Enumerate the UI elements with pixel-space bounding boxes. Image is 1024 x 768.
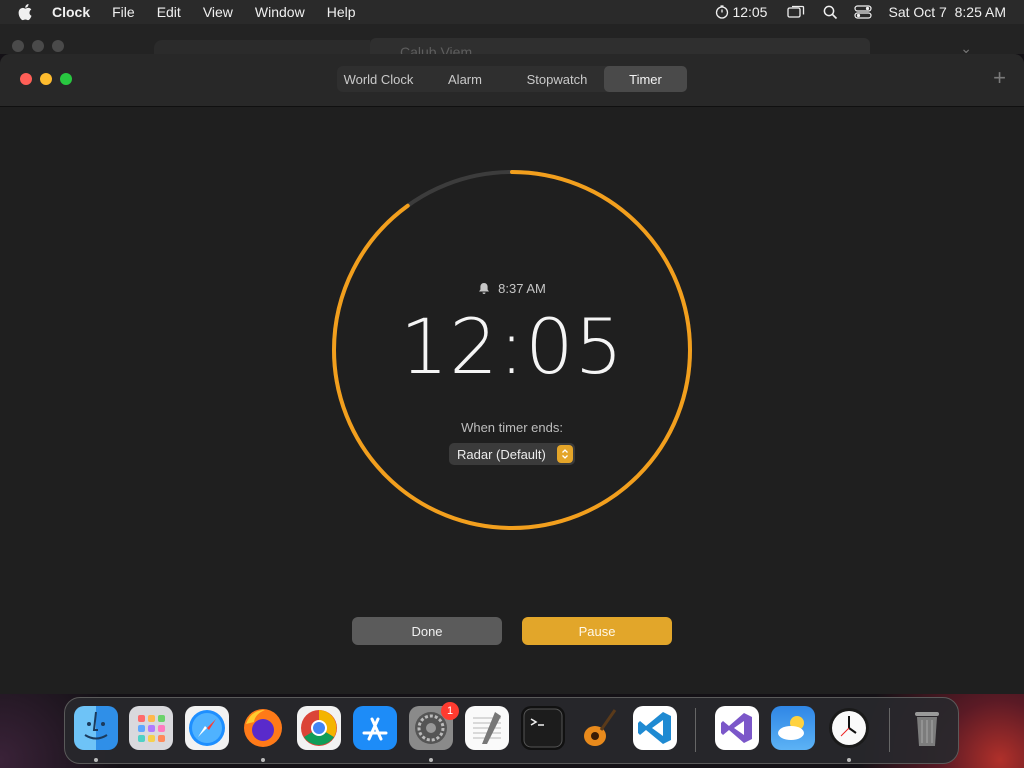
menu-view[interactable]: View <box>203 4 233 20</box>
background-window: Calub Viem ⌄ <box>0 24 1024 64</box>
launchpad-icon[interactable] <box>129 706 173 750</box>
screen-mirroring-icon[interactable] <box>787 5 805 19</box>
menubar-timer[interactable]: 12:05 <box>715 4 767 20</box>
menubar-datetime[interactable]: Sat Oct 7 8:25 AM <box>888 4 1006 20</box>
zoom-button[interactable] <box>60 73 72 85</box>
terminal-icon[interactable] <box>521 706 565 750</box>
finder-icon[interactable] <box>74 706 118 750</box>
control-center-icon[interactable] <box>854 5 873 19</box>
tab-alarm[interactable]: Alarm <box>420 66 510 92</box>
textedit-icon[interactable] <box>465 706 509 750</box>
firefox-icon[interactable] <box>241 706 285 750</box>
window-toolbar: World Clock Alarm Stopwatch Timer + <box>0 54 1024 107</box>
tab-timer[interactable]: Timer <box>604 66 687 92</box>
timer-remaining: 12:05 <box>399 302 625 391</box>
bell-icon <box>479 283 490 294</box>
timer-icon <box>716 5 729 19</box>
done-button[interactable]: Done <box>352 617 502 645</box>
alarm-time-row: 8:37 AM <box>0 281 1024 296</box>
clock-app-icon[interactable] <box>827 706 871 750</box>
visual-studio-icon[interactable] <box>715 706 759 750</box>
minimize-button[interactable] <box>40 73 52 85</box>
menu-help[interactable]: Help <box>327 4 356 20</box>
menubar-timer-text: 12:05 <box>732 4 768 20</box>
sound-select[interactable]: Radar (Default) <box>449 443 575 465</box>
sound-select-value: Radar (Default) <box>457 446 546 462</box>
pause-button[interactable]: Pause <box>522 617 672 645</box>
app-store-icon[interactable] <box>353 706 397 750</box>
window-controls <box>20 73 72 85</box>
chrome-icon[interactable] <box>297 706 341 750</box>
spotlight-search-icon[interactable] <box>823 5 838 20</box>
alarm-time: 8:37 AM <box>498 281 546 296</box>
garageband-icon[interactable] <box>577 706 621 750</box>
notification-badge: 1 <box>441 702 459 720</box>
tab-world-clock[interactable]: World Clock <box>337 66 420 92</box>
close-button[interactable] <box>20 73 32 85</box>
trash-icon[interactable] <box>905 706 949 750</box>
tab-stopwatch[interactable]: Stopwatch <box>510 66 604 92</box>
select-stepper-icon <box>557 445 573 463</box>
when-timer-ends-label: When timer ends: <box>461 420 563 435</box>
safari-icon[interactable] <box>185 706 229 750</box>
tab-bar: World Clock Alarm Stopwatch Timer <box>337 66 687 92</box>
menu-bar: Clock File Edit View Window Help 12:05 S… <box>0 0 1024 24</box>
background-window-controls <box>12 40 64 52</box>
vscode-icon[interactable] <box>633 706 677 750</box>
menu-edit[interactable]: Edit <box>157 4 181 20</box>
dock <box>64 697 959 764</box>
menu-window[interactable]: Window <box>255 4 305 20</box>
add-plus-icon[interactable]: + <box>993 65 1006 91</box>
clock-window: World Clock Alarm Stopwatch Timer + 8:37… <box>0 54 1024 694</box>
menu-file[interactable]: File <box>112 4 135 20</box>
menu-app-name[interactable]: Clock <box>52 4 90 20</box>
apple-menu-icon[interactable] <box>18 3 38 21</box>
weather-icon[interactable] <box>771 706 815 750</box>
